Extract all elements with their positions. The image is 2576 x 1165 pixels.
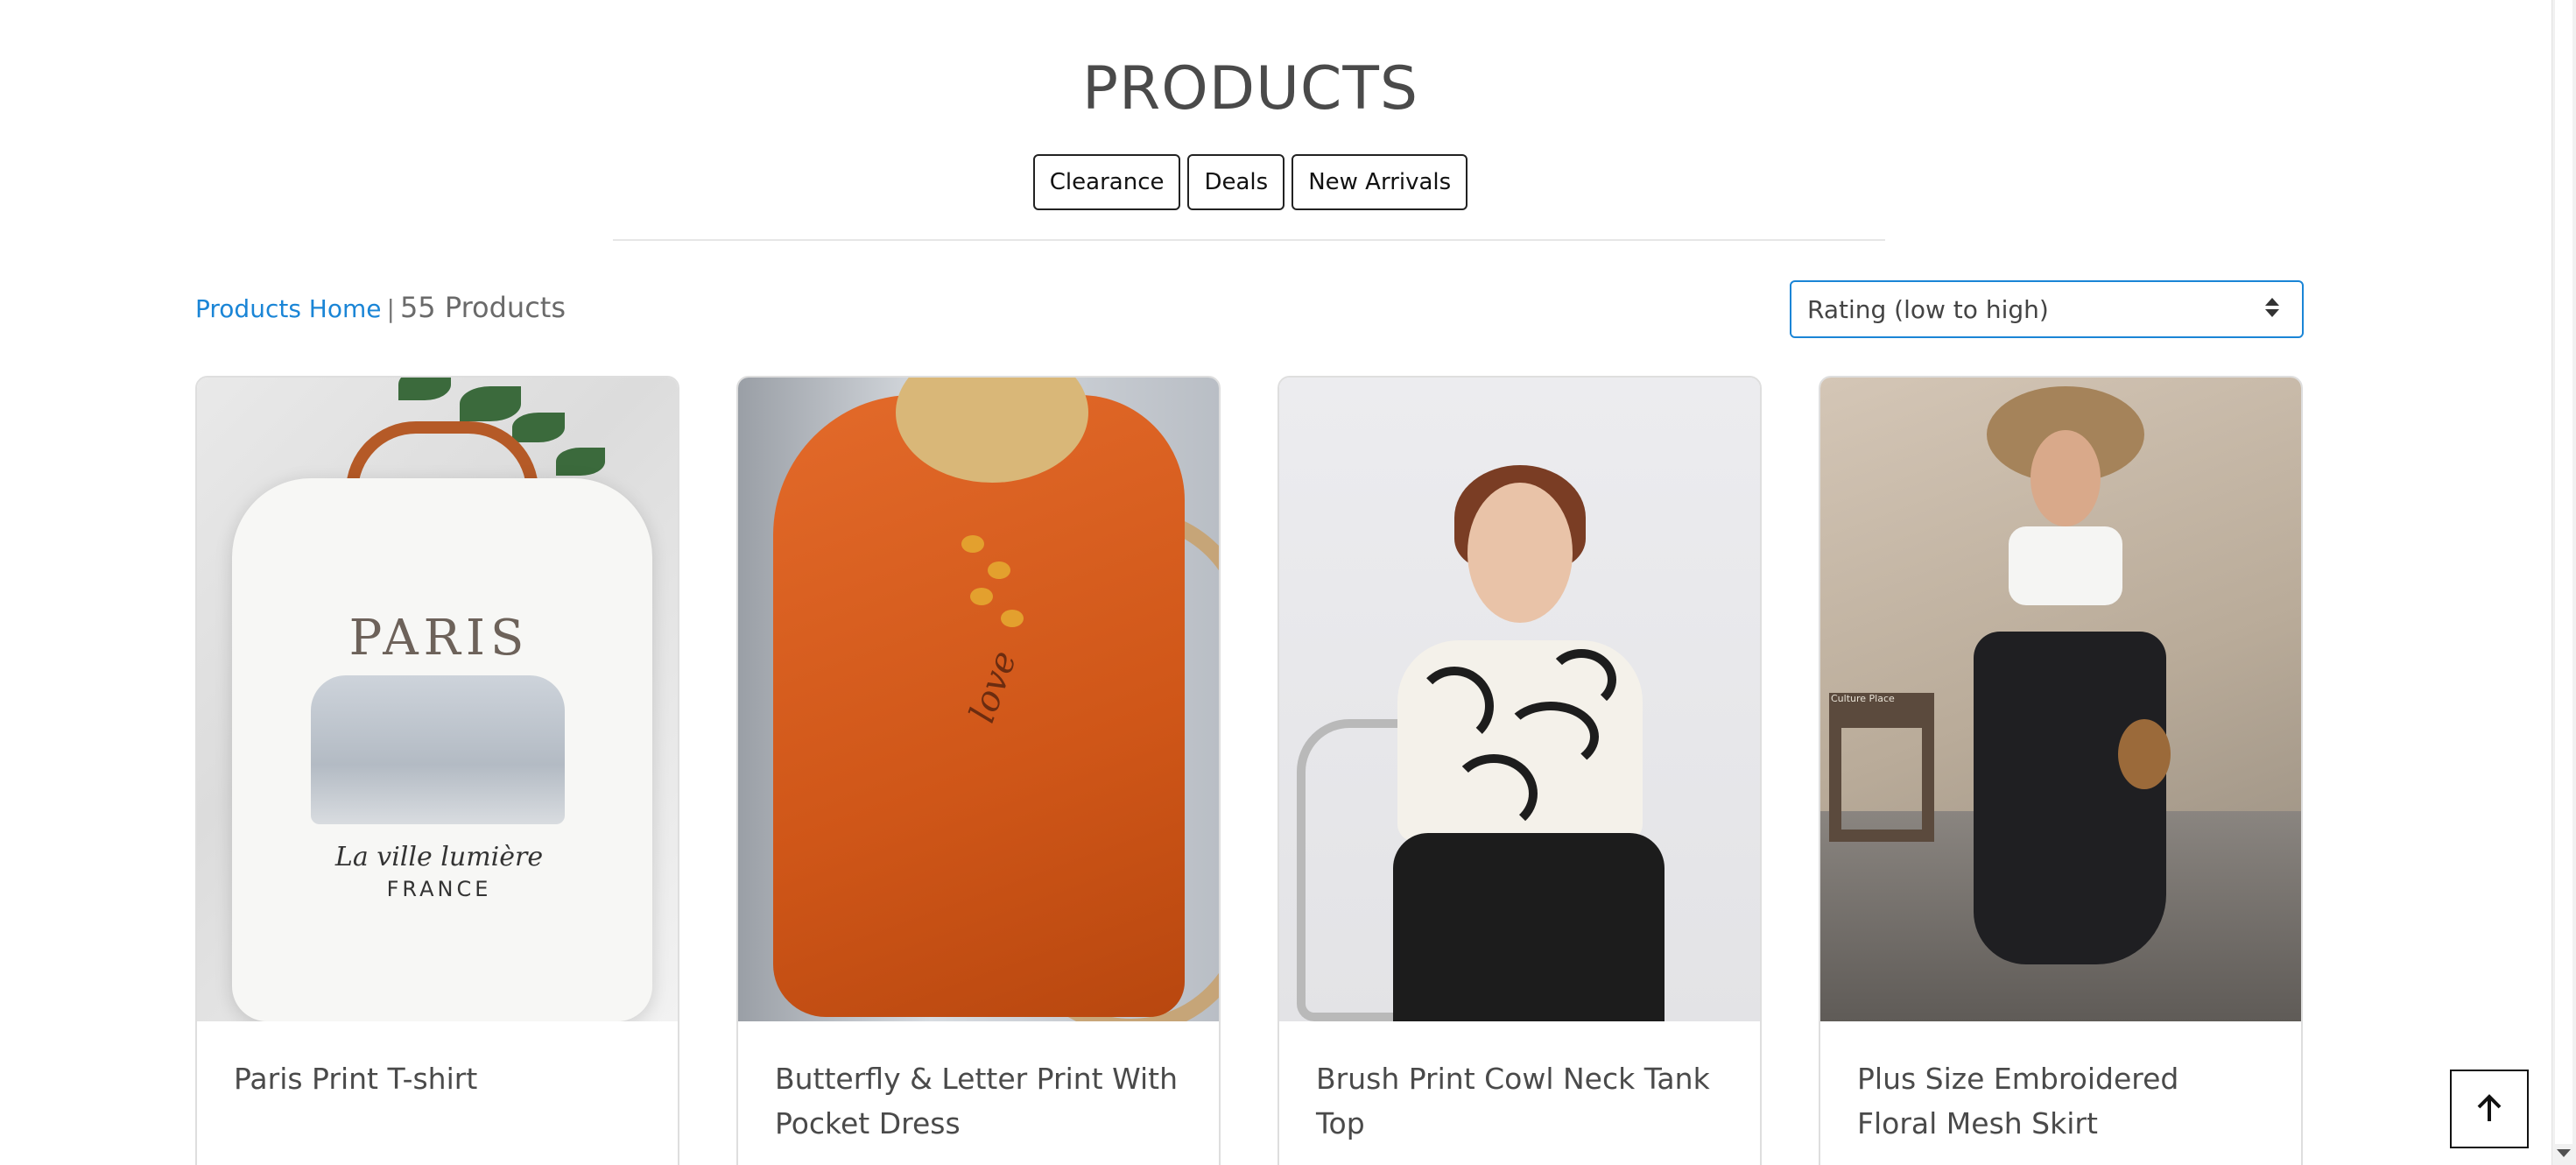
header-divider [613, 239, 1885, 241]
breadcrumb: Products Home | 55 Products [195, 291, 566, 324]
product-name[interactable]: Butterfly & Letter Print With Pocket Dre… [738, 1056, 1219, 1146]
product-image[interactable] [1279, 378, 1760, 1021]
product-name[interactable]: Paris Print T-shirt [197, 1056, 678, 1101]
product-name[interactable]: Plus Size Embroidered Floral Mesh Skirt [1820, 1056, 2301, 1146]
deals-button[interactable]: Deals [1187, 154, 1285, 210]
product-card[interactable]: Brush Print Cowl Neck Tank Top [1277, 376, 1762, 1165]
product-image[interactable]: love [738, 378, 1219, 1021]
product-card[interactable]: love Butterfly & Letter Print With Pocke… [736, 376, 1221, 1165]
arrow-up-icon [2477, 1094, 2502, 1121]
breadcrumb-separator: | [386, 294, 395, 323]
back-to-top-button[interactable] [2450, 1070, 2529, 1148]
scroll-down-arrow-icon[interactable] [2557, 1149, 2571, 1157]
product-image[interactable]: Culture Place [1820, 378, 2301, 1021]
image-print-sub: FRANCE [386, 877, 492, 901]
image-print-script: La ville lumière [334, 842, 544, 872]
clearance-button[interactable]: Clearance [1032, 154, 1181, 210]
sort-selected-value: Rating (low to high) [1807, 294, 2049, 324]
products-home-link[interactable]: Products Home [195, 294, 382, 323]
image-sign-text: Culture Place [1831, 693, 1895, 704]
sort-select[interactable]: Rating (low to high) [1790, 280, 2304, 338]
product-name[interactable]: Brush Print Cowl Neck Tank Top [1279, 1056, 1760, 1146]
new-arrivals-button[interactable]: New Arrivals [1292, 154, 1468, 210]
product-card[interactable]: PARIS La ville lumière FRANCE Paris Prin… [195, 376, 679, 1165]
product-count: 55 Products [399, 291, 566, 324]
select-caret-icon [2265, 298, 2279, 317]
filter-button-group: Clearance Deals New Arrivals [0, 154, 2501, 210]
product-card[interactable]: Culture Place Plus Size Embroidered Flor… [1819, 376, 2303, 1165]
image-print-title: PARIS [348, 610, 530, 667]
product-image[interactable]: PARIS La ville lumière FRANCE [197, 378, 678, 1021]
scrollbar-thumb[interactable] [2555, 0, 2572, 1144]
page-title: PRODUCTS [1081, 54, 1419, 124]
